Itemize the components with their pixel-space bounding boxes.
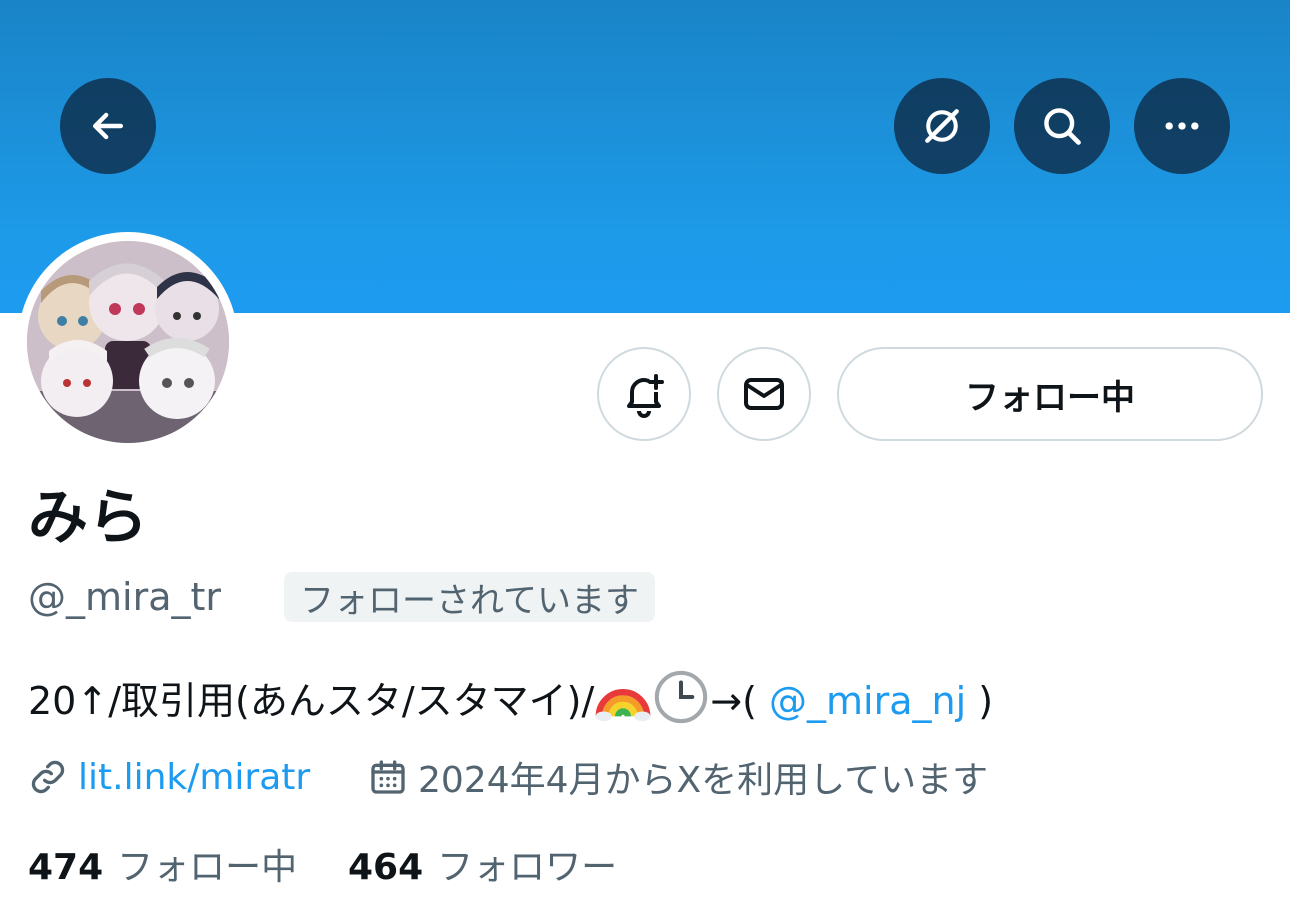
following-label: フォロー中 [117,847,298,888]
search-button[interactable] [1014,78,1110,174]
followers-count: 464 [348,847,424,888]
website-row: lit.link/miratr [28,752,310,802]
grok-icon [925,109,959,143]
avatar-image [27,241,229,443]
envelope-icon [744,378,784,410]
clock-icon [655,670,708,724]
following-button-label: フォロー中 [965,377,1135,418]
bio-arrow: →( [710,679,757,723]
more-horizontal-icon [1165,122,1199,130]
bio: 20↑/取引用(あんスタ/スタマイ)/ →( @_mira_nj ) [28,668,993,731]
following-button[interactable]: フォロー中 [837,347,1263,441]
bio-mention-link[interactable]: @_mira_nj [769,679,966,723]
joined-date: 2024年4月からXを利用しています [418,760,989,801]
joined-row: 2024年4月からXを利用しています [368,752,988,802]
arrow-left-icon [92,112,124,140]
follows-you-badge: フォローされています [284,572,655,622]
user-handle: @_mira_tr [28,575,222,619]
bell-plus-icon [627,374,664,418]
direct-message-button[interactable] [717,347,811,441]
display-name: みら [28,483,148,553]
followers-label: フォロワー [437,847,618,888]
bio-text: 20↑/取引用(あんスタ/スタマイ)/ [28,679,595,723]
more-button[interactable] [1134,78,1230,174]
website-link[interactable]: lit.link/miratr [78,757,310,798]
followers-stat[interactable]: 464 フォロワー [348,838,617,890]
rainbow-icon [595,689,651,722]
following-stat[interactable]: 474 フォロー中 [28,838,297,890]
link-icon [31,760,65,794]
avatar[interactable] [27,241,229,443]
back-button[interactable] [60,78,156,174]
following-count: 474 [28,847,104,888]
notification-subscribe-button[interactable] [597,347,691,441]
bio-close: ) [978,679,994,723]
grok-button[interactable] [894,78,990,174]
calendar-icon [371,760,405,794]
search-icon [1044,108,1081,145]
